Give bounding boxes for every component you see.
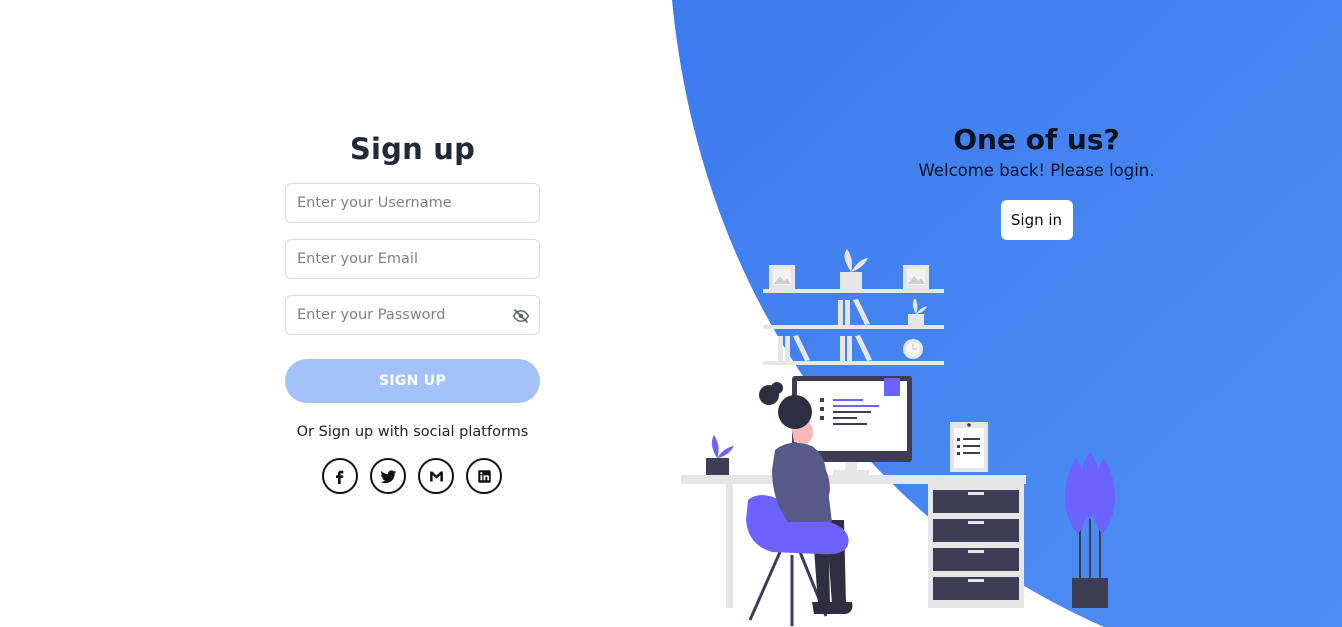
signup-form: Sign up SIGN UP Or Sign up with social p… (285, 128, 540, 494)
desk (681, 475, 1026, 608)
linkedin-button[interactable] (466, 458, 502, 494)
username-input[interactable] (286, 184, 539, 222)
password-field-wrapper (285, 295, 540, 335)
workspace-illustration (681, 249, 1115, 626)
username-field-wrapper (285, 183, 540, 223)
twitter-icon (379, 469, 396, 483)
password-input[interactable] (286, 296, 539, 334)
linkedin-icon (477, 469, 491, 483)
signin-button[interactable]: Sign in (1000, 200, 1073, 240)
twitter-button[interactable] (370, 458, 406, 494)
email-field-wrapper (285, 239, 540, 279)
panel-title: One of us? (953, 123, 1120, 156)
panel-subtitle: Welcome back! Please login. (918, 161, 1155, 180)
gmail-button[interactable] (418, 458, 454, 494)
social-platforms-text: Or Sign up with social platforms (296, 424, 529, 440)
desk-plant (706, 435, 734, 475)
tall-plant (1065, 452, 1115, 608)
facebook-icon (336, 470, 344, 484)
email-input[interactable] (286, 240, 539, 278)
bookshelf (763, 249, 944, 365)
eye-slash-icon[interactable] (512, 307, 530, 325)
signup-page: Sign up SIGN UP Or Sign up with social p… (0, 0, 1342, 627)
gmail-icon (429, 471, 443, 481)
signin-panel: One of us? Welcome back! Please login. S… (900, 120, 1173, 240)
facebook-button[interactable] (322, 458, 358, 494)
signup-title: Sign up (349, 132, 476, 166)
social-buttons (284, 458, 540, 494)
signup-button[interactable]: SIGN UP (285, 359, 540, 403)
clipboard (950, 422, 988, 472)
